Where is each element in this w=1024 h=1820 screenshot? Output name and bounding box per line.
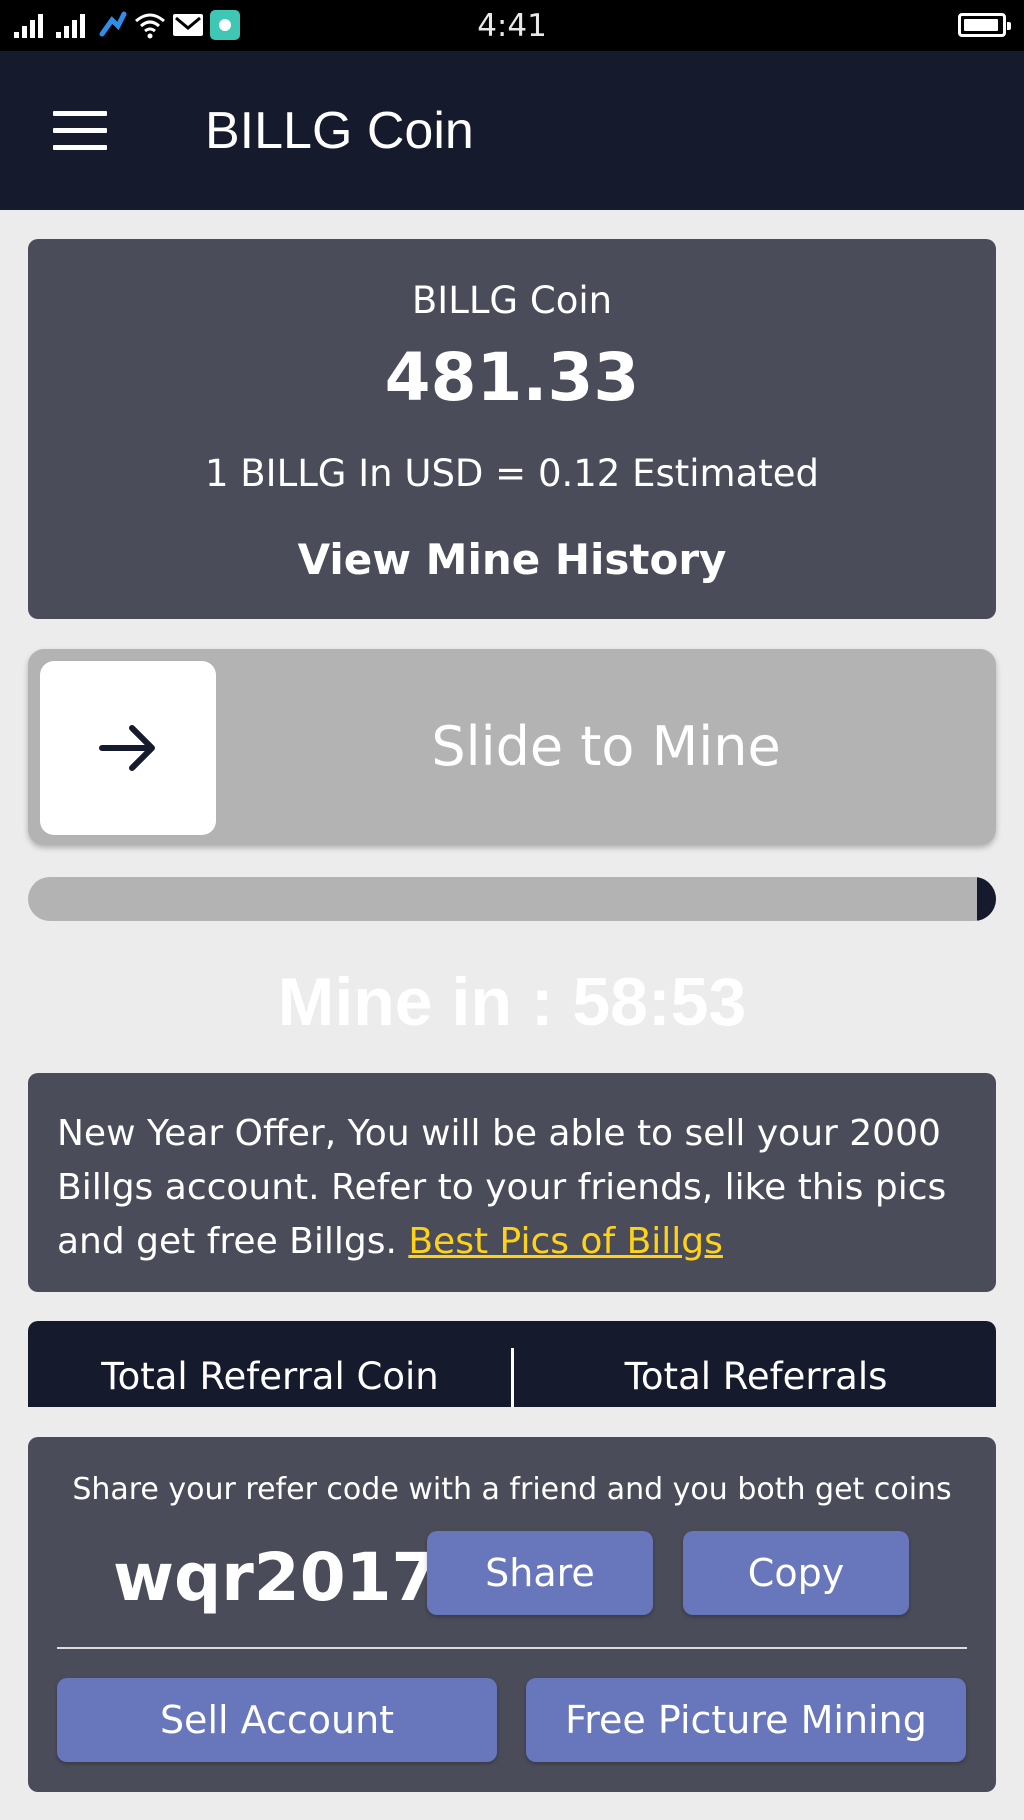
sell-account-button[interactable]: Sell Account bbox=[57, 1678, 497, 1762]
share-card: Share your refer code with a friend and … bbox=[28, 1437, 996, 1792]
balance-card: BILLG Coin 481.33 1 BILLG In USD = 0.12 … bbox=[28, 239, 996, 619]
copy-button[interactable]: Copy bbox=[683, 1531, 909, 1615]
status-time: 4:41 bbox=[477, 8, 547, 44]
arrow-right-icon bbox=[99, 725, 155, 771]
view-mine-history-link[interactable]: View Mine History bbox=[28, 535, 996, 584]
free-picture-mining-button[interactable]: Free Picture Mining bbox=[526, 1678, 966, 1762]
total-referrals-label: Total Referrals bbox=[624, 1355, 888, 1398]
slider-label: Slide to Mine bbox=[431, 715, 781, 778]
battery-icon bbox=[958, 13, 1011, 37]
referral-stats-bar: Total Referral Coin Total Referrals bbox=[28, 1321, 996, 1407]
slide-to-mine-slider[interactable]: Slide to Mine bbox=[28, 649, 996, 845]
slider-handle[interactable] bbox=[40, 661, 216, 835]
share-prompt: Share your refer code with a friend and … bbox=[72, 1472, 952, 1507]
coin-label: BILLG Coin bbox=[411, 279, 613, 322]
mine-countdown: Mine in : 58:53 bbox=[277, 964, 747, 1040]
coin-balance: 481.33 bbox=[384, 339, 640, 416]
best-pics-link[interactable]: Best Pics of Billgs bbox=[408, 1221, 723, 1262]
divider bbox=[57, 1647, 967, 1649]
share-button[interactable]: Share bbox=[427, 1531, 653, 1615]
progress-fill bbox=[976, 877, 996, 921]
refer-code: wqr2017 bbox=[113, 1539, 438, 1616]
mining-progress-bar bbox=[28, 877, 996, 921]
battery-tip bbox=[1007, 22, 1011, 30]
hamburger-menu-icon[interactable] bbox=[53, 111, 107, 151]
usd-rate: 1 BILLG In USD = 0.12 Estimated bbox=[204, 452, 820, 495]
offer-text: New Year Offer, You will be able to sell… bbox=[57, 1107, 967, 1269]
app-bar: BILLG Coin bbox=[0, 51, 1024, 210]
battery-level bbox=[964, 19, 998, 31]
app-title: BILLG Coin bbox=[205, 102, 474, 160]
offer-card: New Year Offer, You will be able to sell… bbox=[28, 1073, 996, 1292]
status-bar: 4:41 bbox=[0, 0, 1024, 51]
total-referral-coin-label: Total Referral Coin bbox=[101, 1355, 439, 1398]
